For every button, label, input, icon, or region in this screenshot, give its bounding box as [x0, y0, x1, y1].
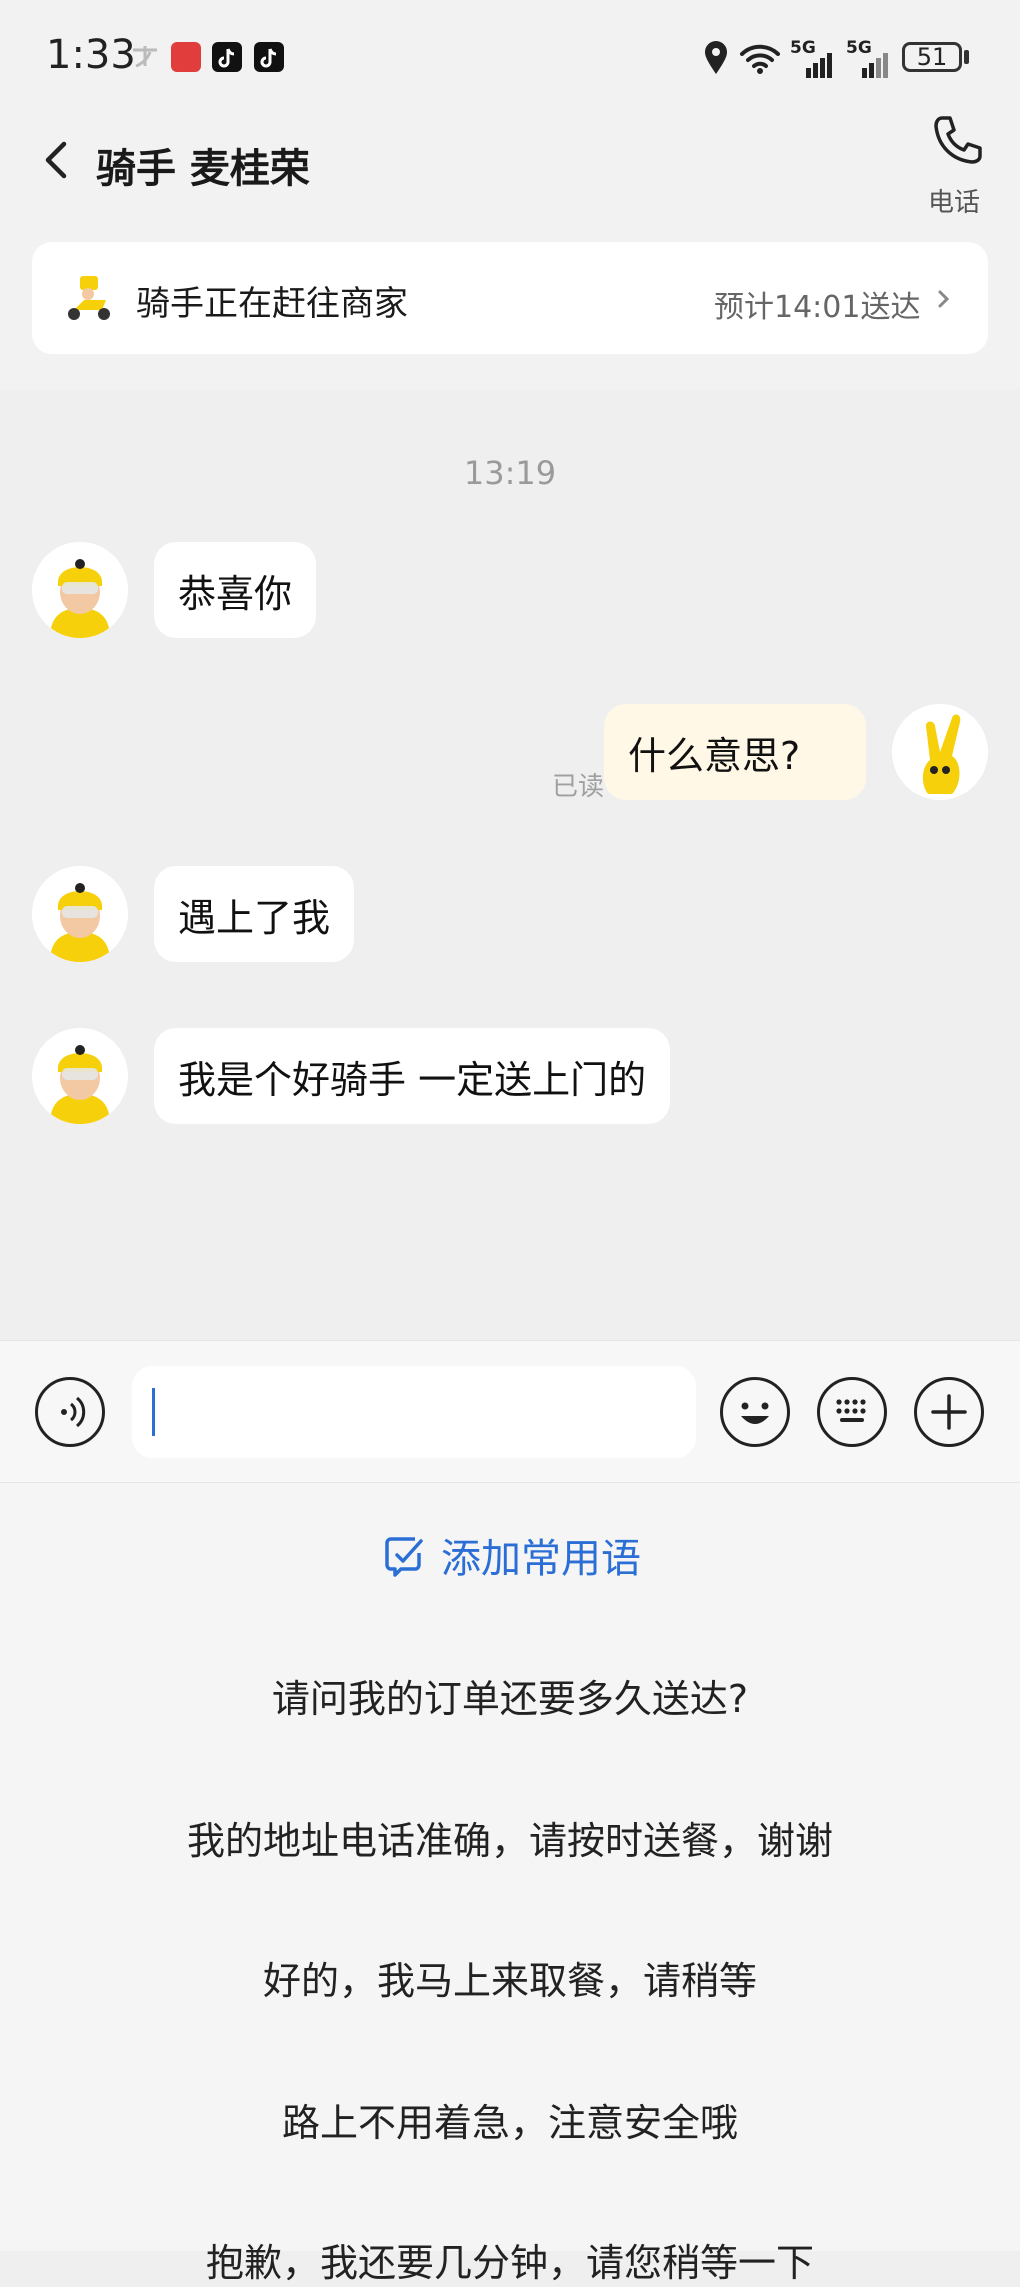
plus-icon — [931, 1394, 967, 1430]
alipay-notification-icon — [130, 44, 160, 70]
rider-avatar[interactable] — [32, 866, 128, 962]
keyboard-icon — [836, 1399, 866, 1422]
voice-icon — [61, 1396, 86, 1428]
edit-icon — [385, 1537, 423, 1577]
keyboard-button[interactable] — [817, 1377, 887, 1447]
quick-phrase-item[interactable]: 路上不用着急，注意安全哦 — [0, 2092, 1020, 2147]
message-text: 遇上了我 — [178, 895, 331, 940]
phone-icon — [934, 116, 982, 164]
message-text: 什么意思? — [628, 733, 801, 778]
back-arrow-icon[interactable] — [36, 130, 76, 190]
chat-timestamp: 13:19 — [463, 454, 557, 492]
eta-text: 预计14:01送达 — [714, 290, 921, 325]
voice-button[interactable] — [35, 1377, 105, 1447]
battery-cap — [964, 50, 969, 64]
location-icon — [702, 40, 730, 76]
quick-phrase-item[interactable]: 请问我的订单还要多久送达? — [0, 1668, 1020, 1723]
message-text: 恭喜你 — [178, 571, 293, 616]
add-phrase-button[interactable]: 添加常用语 — [0, 1526, 1020, 1584]
status-time: 1:33 — [46, 32, 136, 78]
phone-label[interactable]: 电话 — [920, 182, 988, 219]
message-input[interactable] — [132, 1366, 696, 1458]
message-text: 我是个好骑手 一定送上门的 — [178, 1057, 647, 1102]
tiktok-notification-icon-2 — [254, 42, 284, 72]
my-avatar[interactable] — [892, 704, 988, 800]
read-receipt: 已读 — [552, 772, 605, 802]
signal-icon-2 — [848, 52, 890, 78]
emoji-icon — [741, 1402, 769, 1424]
add-phrase-label: 添加常用语 — [441, 1536, 641, 1582]
quick-phrase-item[interactable]: 好的，我马上来取餐，请稍等 — [0, 1950, 1020, 2005]
rider-avatar[interactable] — [32, 542, 128, 638]
page-title: 骑手 麦桂荣 — [96, 146, 310, 192]
quick-phrase-item[interactable]: 抱歉，我还要几分钟，请您稍等一下 — [0, 2232, 1020, 2287]
chevron-right-icon — [934, 284, 954, 321]
order-status-text: 骑手正在赶往商家 — [136, 284, 408, 324]
message-bubble-rider[interactable]: 我是个好骑手 一定送上门的 — [154, 1028, 671, 1124]
message-bubble-me[interactable]: 什么意思? — [604, 704, 866, 800]
wifi-icon — [738, 40, 782, 76]
battery-icon: 51 — [902, 42, 962, 72]
tiktok-notification-icon — [212, 42, 242, 72]
app-notification-icon — [171, 42, 201, 72]
rider-avatar[interactable] — [32, 1028, 128, 1124]
text-caret — [152, 1388, 155, 1436]
scooter-icon — [60, 270, 116, 326]
signal-icon-1 — [792, 52, 834, 78]
message-bubble-rider[interactable]: 恭喜你 — [154, 542, 317, 638]
message-bubble-rider[interactable]: 遇上了我 — [154, 866, 355, 962]
emoji-button[interactable] — [720, 1377, 790, 1447]
more-button[interactable] — [914, 1377, 984, 1447]
quick-phrase-item[interactable]: 我的地址电话准确，请按时送餐，谢谢 — [0, 1810, 1020, 1865]
